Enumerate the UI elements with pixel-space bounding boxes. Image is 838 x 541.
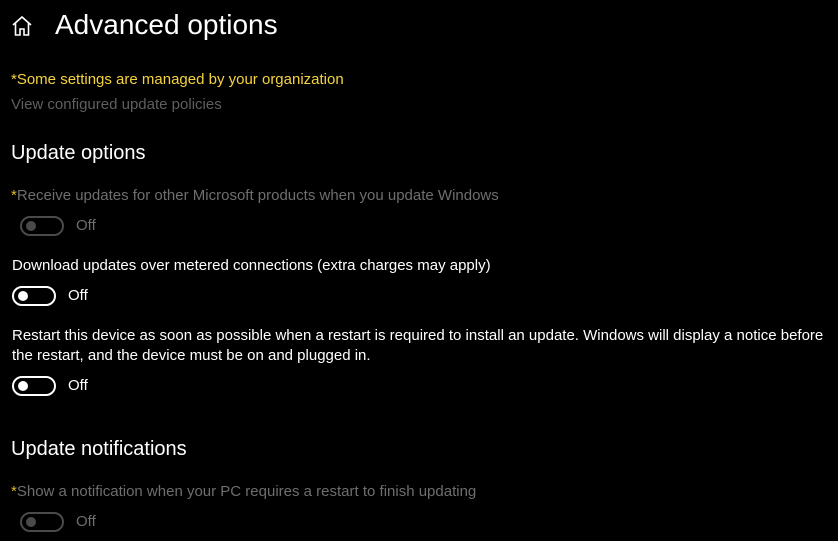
setting-label-restart-asap-line2: the restart, and the device must be on a…	[12, 347, 371, 364]
section-title-update-notifications: Update notifications	[11, 438, 187, 460]
managed-by-organization-notice: *Some settings are managed by your organ…	[11, 71, 344, 88]
toggle-state-label: Off	[68, 377, 88, 394]
setting-label-restart-asap-line1: Restart this device as soon as possible …	[12, 327, 824, 344]
toggle-knob	[26, 517, 36, 527]
section-title-update-options: Update options	[11, 142, 146, 164]
setting-label-restart-notification: *Show a notification when your PC requir…	[11, 482, 476, 502]
toggle-restart-asap[interactable]	[12, 376, 56, 396]
toggle-other-microsoft-products	[20, 216, 64, 236]
toggle-knob	[26, 221, 36, 231]
setting-label-metered-connections: Download updates over metered connection…	[12, 257, 491, 274]
toggle-knob	[18, 291, 28, 301]
view-configured-policies-link[interactable]: View configured update policies	[11, 96, 222, 113]
page-title: Advanced options	[55, 9, 278, 40]
toggle-restart-notification	[20, 512, 64, 532]
toggle-state-label: Off	[68, 287, 88, 304]
home-icon[interactable]	[10, 14, 34, 38]
toggle-state-label: Off	[76, 513, 96, 530]
setting-label-other-microsoft-products: *Receive updates for other Microsoft pro…	[11, 186, 499, 206]
setting-text: Receive updates for other Microsoft prod…	[16, 187, 499, 204]
toggle-state-label: Off	[76, 217, 96, 234]
toggle-metered-connections[interactable]	[12, 286, 56, 306]
setting-text: Show a notification when your PC require…	[16, 483, 477, 500]
toggle-knob	[18, 381, 28, 391]
